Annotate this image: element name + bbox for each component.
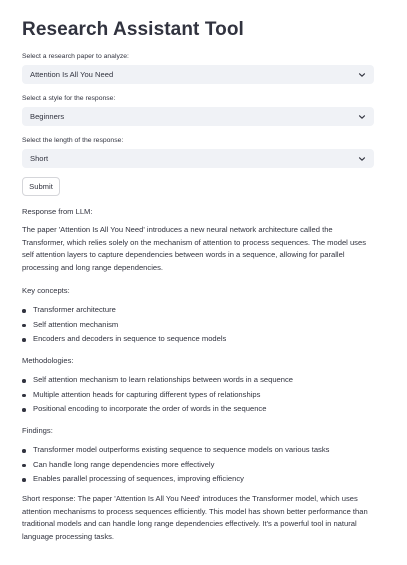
- chevron-down-icon: [358, 155, 366, 163]
- length-select-value: Short: [30, 154, 49, 163]
- list-item: Transformer architecture: [22, 303, 377, 318]
- style-select[interactable]: Beginners: [22, 107, 374, 126]
- key-concepts-list: Transformer architecture Self attention …: [22, 303, 377, 347]
- list-item: Self attention mechanism to learn relati…: [22, 373, 377, 388]
- paper-select-value: Attention Is All You Need: [30, 70, 114, 79]
- response-heading: Response from LLM:: [22, 207, 93, 216]
- list-item: Positional encoding to incorporate the o…: [22, 402, 377, 417]
- response-intro: The paper 'Attention Is All You Need' in…: [22, 225, 366, 272]
- list-item: Can handle long range dependencies more …: [22, 458, 377, 473]
- page-title: Research Assistant Tool: [22, 19, 244, 40]
- methodologies-list: Self attention mechanism to learn relati…: [22, 373, 377, 417]
- chevron-down-icon: [358, 71, 366, 79]
- key-concepts-heading: Key concepts:: [22, 286, 70, 295]
- paper-select-label: Select a research paper to analyze:: [22, 53, 129, 60]
- findings-heading: Findings:: [22, 426, 53, 435]
- short-response: Short response: The paper 'Attention Is …: [22, 494, 368, 541]
- style-select-value: Beginners: [30, 112, 65, 121]
- list-item: Self attention mechanism: [22, 318, 377, 333]
- list-item: Enables parallel processing of sequences…: [22, 472, 377, 487]
- length-select-label: Select the length of the response:: [22, 137, 124, 144]
- list-item: Encoders and decoders in sequence to seq…: [22, 332, 377, 347]
- findings-list: Transformer model outperforms existing s…: [22, 443, 377, 487]
- submit-button[interactable]: Submit: [22, 177, 60, 196]
- chevron-down-icon: [358, 113, 366, 121]
- app-page: Research Assistant Tool Select a researc…: [0, 0, 407, 565]
- length-select[interactable]: Short: [22, 149, 374, 168]
- list-item: Transformer model outperforms existing s…: [22, 443, 377, 458]
- paper-select[interactable]: Attention Is All You Need: [22, 65, 374, 84]
- style-select-label: Select a style for the response:: [22, 95, 116, 102]
- methodologies-heading: Methodologies:: [22, 356, 74, 365]
- list-item: Multiple attention heads for capturing d…: [22, 388, 377, 403]
